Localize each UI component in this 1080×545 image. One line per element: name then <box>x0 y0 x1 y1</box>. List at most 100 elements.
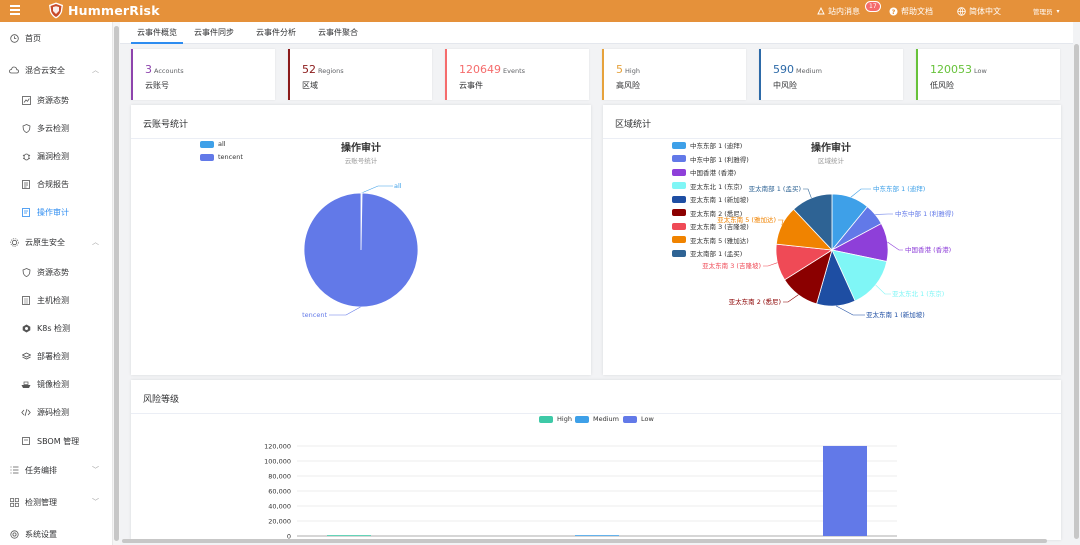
sidebar-item-label: 源码检测 <box>37 407 69 417</box>
sidebar-item-label: 操作审计 <box>37 207 69 217</box>
chart-icon <box>21 95 31 105</box>
messages-label: 站内消息 <box>828 6 860 16</box>
region-stats-card: 区域统计 中东东部 1 (迪拜) 中东中部 1 (利雅得) 中国香港 (香港) … <box>603 105 1061 375</box>
page-scrollbar[interactable] <box>1073 22 1080 545</box>
bar-medium-medium[interactable] <box>575 535 619 536</box>
top-bar: HummerRisk 站内消息 17 ? 帮助文档 简体中文 管理员 ▾ <box>0 0 1080 22</box>
bell-icon <box>817 7 825 15</box>
risk-bar-chart[interactable]: 020,00040,00060,00080,000100,000120,000 <box>131 380 1061 540</box>
stat-medium[interactable]: 590 Medium 中风险 <box>759 49 903 100</box>
language-label: 简体中文 <box>969 6 1001 16</box>
message-count-badge: 17 <box>865 1 881 12</box>
stat-unit: Events <box>503 67 526 75</box>
sidebar-item-label: 主机检测 <box>37 295 69 305</box>
language-select[interactable]: 简体中文 <box>957 0 1001 22</box>
tab-overview[interactable]: 云事件概览 <box>131 22 183 44</box>
risk-level-card: 风险等级 High Medium Low 0 20,000 40,000 60,000… <box>131 380 1061 540</box>
chevron-down-icon: ▾ <box>1056 7 1060 15</box>
stat-high[interactable]: 5 High 高风险 <box>602 49 746 100</box>
sidebar-item-multi-cloud-scan[interactable]: 多云检测 <box>0 120 113 136</box>
sidebar-item-label: 检测管理 <box>25 497 57 507</box>
pie-label-line <box>361 185 393 194</box>
svg-text:?: ? <box>892 8 896 16</box>
sidebar-item-hybrid-cloud[interactable]: 混合云安全 ︿ <box>0 62 113 78</box>
region-pie-chart[interactable]: 中东东部 1 (迪拜) 中东中部 1 (利雅得) 中国香港 (香港) 亚太东北 1 (… <box>603 105 1061 375</box>
chevron-up-icon: ︿ <box>92 238 99 246</box>
sidebar: 首页 混合云安全 ︿ 资源态势 多云检测 漏洞检测 合规报告 操作审计 云原生安… <box>0 22 113 545</box>
pie-label: 中东中部 1 (利雅得) <box>895 209 954 218</box>
k8s-icon <box>21 323 31 333</box>
stat-unit: High <box>625 67 640 75</box>
sidebar-item-k8s-scan[interactable]: K8s 检测 <box>0 320 113 336</box>
pie-label: 中国香港 (香港) <box>905 245 951 254</box>
stat-unit: Medium <box>796 67 822 75</box>
stat-accounts[interactable]: 3 Accounts 云账号 <box>131 49 275 100</box>
layers-icon <box>21 351 31 361</box>
sidebar-item-code-scan[interactable]: 源码检测 <box>0 404 113 420</box>
sidebar-item-label: 资源态势 <box>37 95 69 105</box>
sidebar-item-label: 多云检测 <box>37 123 69 133</box>
sidebar-item-cloud-native[interactable]: 云原生安全 ︿ <box>0 234 113 250</box>
account-stats-card: 云账号统计 all tencent 操作审计 云账号统计 all tencent <box>131 105 591 375</box>
sidebar-item-cn-resource-posture[interactable]: 资源态势 <box>0 264 113 280</box>
messages-link[interactable]: 站内消息 <box>817 0 860 22</box>
sidebar-item-scan-management[interactable]: 检测管理 ﹀ <box>0 494 113 510</box>
sidebar-item-task-orchestration[interactable]: 任务编排 ﹀ <box>0 462 113 478</box>
sidebar-item-label: 漏洞检测 <box>37 151 69 161</box>
account-pie-chart[interactable]: all tencent <box>131 105 591 375</box>
pie-label: 亚太东南 1 (新加坡) <box>866 310 925 319</box>
sidebar-item-label: 混合云安全 <box>25 65 65 75</box>
sidebar-item-home[interactable]: 首页 <box>0 30 113 46</box>
stat-value: 120649 <box>459 63 501 76</box>
app-logo[interactable]: HummerRisk <box>48 2 160 19</box>
gear-icon <box>9 237 19 247</box>
sidebar-scrollbar[interactable] <box>113 22 120 545</box>
sidebar-item-label: 合规报告 <box>37 179 69 189</box>
stat-value: 52 <box>302 63 316 76</box>
sidebar-item-label: K8s 检测 <box>37 323 71 333</box>
pie-label: 中东东部 1 (迪拜) <box>873 184 925 193</box>
pie-label-line <box>850 188 871 198</box>
list-icon <box>21 295 31 305</box>
pie-label-line <box>763 262 778 267</box>
y-tick-label: 20,000 <box>268 518 291 526</box>
chevron-up-icon: ︿ <box>92 66 99 74</box>
tab-analysis[interactable]: 云事件分析 <box>256 22 296 44</box>
stat-events[interactable]: 120649 Events 云事件 <box>445 49 589 100</box>
horizontal-scrollbar[interactable] <box>120 538 1073 545</box>
sidebar-item-label: 资源态势 <box>37 267 69 277</box>
stat-label: 云事件 <box>459 81 483 90</box>
settings-icon <box>9 529 19 539</box>
sidebar-item-resource-posture[interactable]: 资源态势 <box>0 92 113 108</box>
sidebar-item-deploy-scan[interactable]: 部署检测 <box>0 348 113 364</box>
stat-regions[interactable]: 52 Regions 区域 <box>288 49 432 100</box>
stat-low[interactable]: 120053 Low 低风险 <box>916 49 1060 100</box>
sidebar-item-host-scan[interactable]: 主机检测 <box>0 292 113 308</box>
user-menu[interactable]: 管理员 ▾ <box>1033 0 1060 22</box>
logo-shield-icon <box>49 2 63 19</box>
bug-icon <box>21 151 31 161</box>
menu-toggle-icon[interactable] <box>10 5 20 15</box>
pie-label-line <box>803 188 812 199</box>
shield-icon <box>21 123 31 133</box>
report-icon <box>21 179 31 189</box>
sidebar-item-operation-audit[interactable]: 操作审计 <box>0 204 113 220</box>
audit-icon <box>21 207 31 217</box>
bar-high-high[interactable] <box>327 535 371 536</box>
sidebar-item-vuln-scan[interactable]: 漏洞检测 <box>0 148 113 164</box>
sidebar-item-image-scan[interactable]: 镜像检测 <box>0 376 113 392</box>
sidebar-item-compliance-report[interactable]: 合规报告 <box>0 176 113 192</box>
tab-aggregation[interactable]: 云事件聚合 <box>318 22 358 44</box>
tab-bar: 云事件概览 云事件同步 云事件分析 云事件聚合 <box>120 22 1073 44</box>
pie-label-line <box>875 284 891 295</box>
sidebar-item-system-settings[interactable]: 系统设置 <box>0 526 113 542</box>
help-link[interactable]: ? 帮助文档 <box>889 0 933 22</box>
sidebar-item-sbom[interactable]: SBOM 管理 <box>0 433 113 449</box>
bar-low-low[interactable] <box>823 445 867 536</box>
stat-value: 590 <box>773 63 794 76</box>
grid-icon <box>9 497 19 507</box>
pie-slice-1[interactable] <box>303 192 419 308</box>
tab-sync[interactable]: 云事件同步 <box>194 22 234 44</box>
pie-label: 亚太东南 2 (悉尼) <box>729 297 781 306</box>
globe-icon <box>957 6 966 16</box>
